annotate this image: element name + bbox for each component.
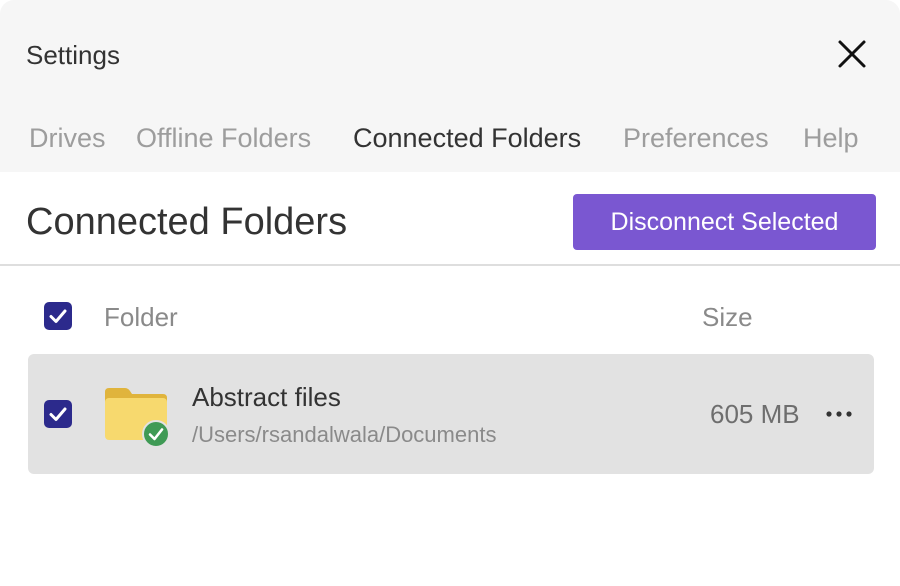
- folder-path: /Users/rsandalwala/Documents: [192, 422, 497, 447]
- tab-connected-folders[interactable]: Connected Folders: [353, 118, 581, 158]
- close-icon: [838, 40, 866, 68]
- tab-offline-folders[interactable]: Offline Folders: [136, 118, 311, 158]
- close-button[interactable]: [828, 30, 876, 78]
- folder-name: Abstract files: [192, 382, 341, 412]
- tab-preferences[interactable]: Preferences: [623, 118, 769, 158]
- settings-window: Settings Drives Offline Folders Connecte…: [0, 0, 900, 586]
- row-more-button[interactable]: [822, 400, 856, 428]
- folder-icon: [103, 384, 171, 448]
- divider: [0, 264, 900, 266]
- window-title: Settings: [26, 40, 120, 70]
- more-horizontal-icon: [826, 411, 852, 417]
- checkmark-icon: [49, 407, 67, 421]
- table-row[interactable]: Abstract files /Users/rsandalwala/Docume…: [28, 354, 874, 474]
- tab-help[interactable]: Help: [803, 118, 859, 158]
- page-title: Connected Folders: [26, 201, 348, 243]
- column-header-folder: Folder: [104, 302, 178, 332]
- check-circle-icon: [142, 420, 170, 448]
- column-header-size: Size: [702, 302, 753, 332]
- tab-drives[interactable]: Drives: [29, 118, 106, 158]
- disconnect-selected-button[interactable]: Disconnect Selected: [573, 194, 876, 250]
- folder-size: 605 MB: [710, 399, 800, 429]
- select-all-checkbox[interactable]: [44, 302, 72, 330]
- checkmark-icon: [49, 309, 67, 323]
- row-checkbox[interactable]: [44, 400, 72, 428]
- settings-header: Settings Drives Offline Folders Connecte…: [0, 0, 900, 172]
